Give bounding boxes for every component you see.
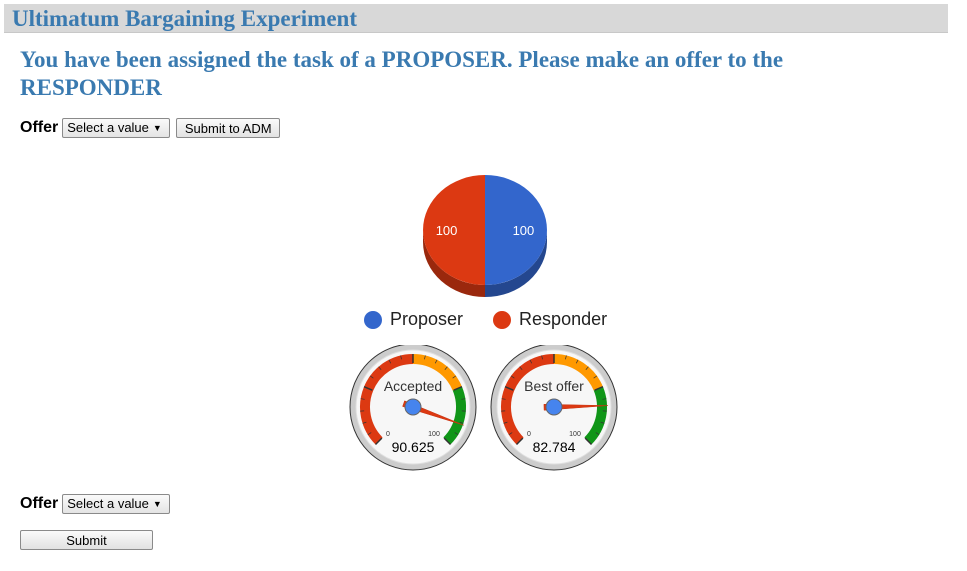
title-bar: Ultimatum Bargaining Experiment xyxy=(4,4,948,33)
top-offer-form: Offer Select a value ▼ Submit to ADM xyxy=(20,118,281,138)
gauge-max-label: 100 xyxy=(569,431,581,438)
pie-slices: 100 100 xyxy=(423,175,547,297)
gauge-value: 90.625 xyxy=(392,439,435,455)
legend-dot-proposer xyxy=(364,310,382,329)
pie-label-proposer: 100 xyxy=(513,223,535,238)
pie-chart: 100 100 xyxy=(423,175,547,297)
legend-dot-responder xyxy=(493,310,512,329)
dropdown-arrow-icon: ▼ xyxy=(152,499,162,509)
offer-label: Offer xyxy=(20,495,59,512)
offer-select-value: Select a value xyxy=(67,120,149,135)
submit-button[interactable]: Submit xyxy=(20,530,153,550)
gauge-min-label: 0 xyxy=(386,431,390,438)
page-instruction: You have been assigned the task of a PRO… xyxy=(20,47,784,100)
offer-select[interactable]: Select a value ▼ xyxy=(62,494,171,514)
legend-item-proposer: Proposer xyxy=(364,309,463,330)
gauge-label: Accepted xyxy=(384,378,442,394)
gauge-label: Best offer xyxy=(524,378,584,394)
best-offer-gauge: Best offer 0 10082.784 xyxy=(490,345,618,471)
legend-label-proposer: Proposer xyxy=(390,309,464,329)
offer-select-value: Select a value xyxy=(67,496,149,511)
gauge-max-label: 100 xyxy=(428,431,440,438)
offer-label: Offer xyxy=(20,119,59,136)
gauge-value: 82.784 xyxy=(533,439,576,455)
gauge-hub xyxy=(404,398,422,416)
offer-select[interactable]: Select a value ▼ xyxy=(62,118,171,138)
pie-label-responder: 100 xyxy=(436,223,458,238)
pie-legend: Proposer Responder xyxy=(364,309,637,330)
legend-item-responder: Responder xyxy=(493,309,607,330)
gauge-min-label: 0 xyxy=(527,431,531,438)
gauge-hub xyxy=(545,398,563,416)
accepted-gauge: Accepted 0 10090.625 xyxy=(349,345,477,471)
submit-to-adm-button[interactable]: Submit to ADM xyxy=(176,118,281,138)
dropdown-arrow-icon: ▼ xyxy=(152,123,162,133)
bottom-offer-form: Offer Select a value ▼ xyxy=(20,494,171,514)
legend-label-responder: Responder xyxy=(519,309,608,329)
app-title: Ultimatum Bargaining Experiment xyxy=(12,6,357,31)
